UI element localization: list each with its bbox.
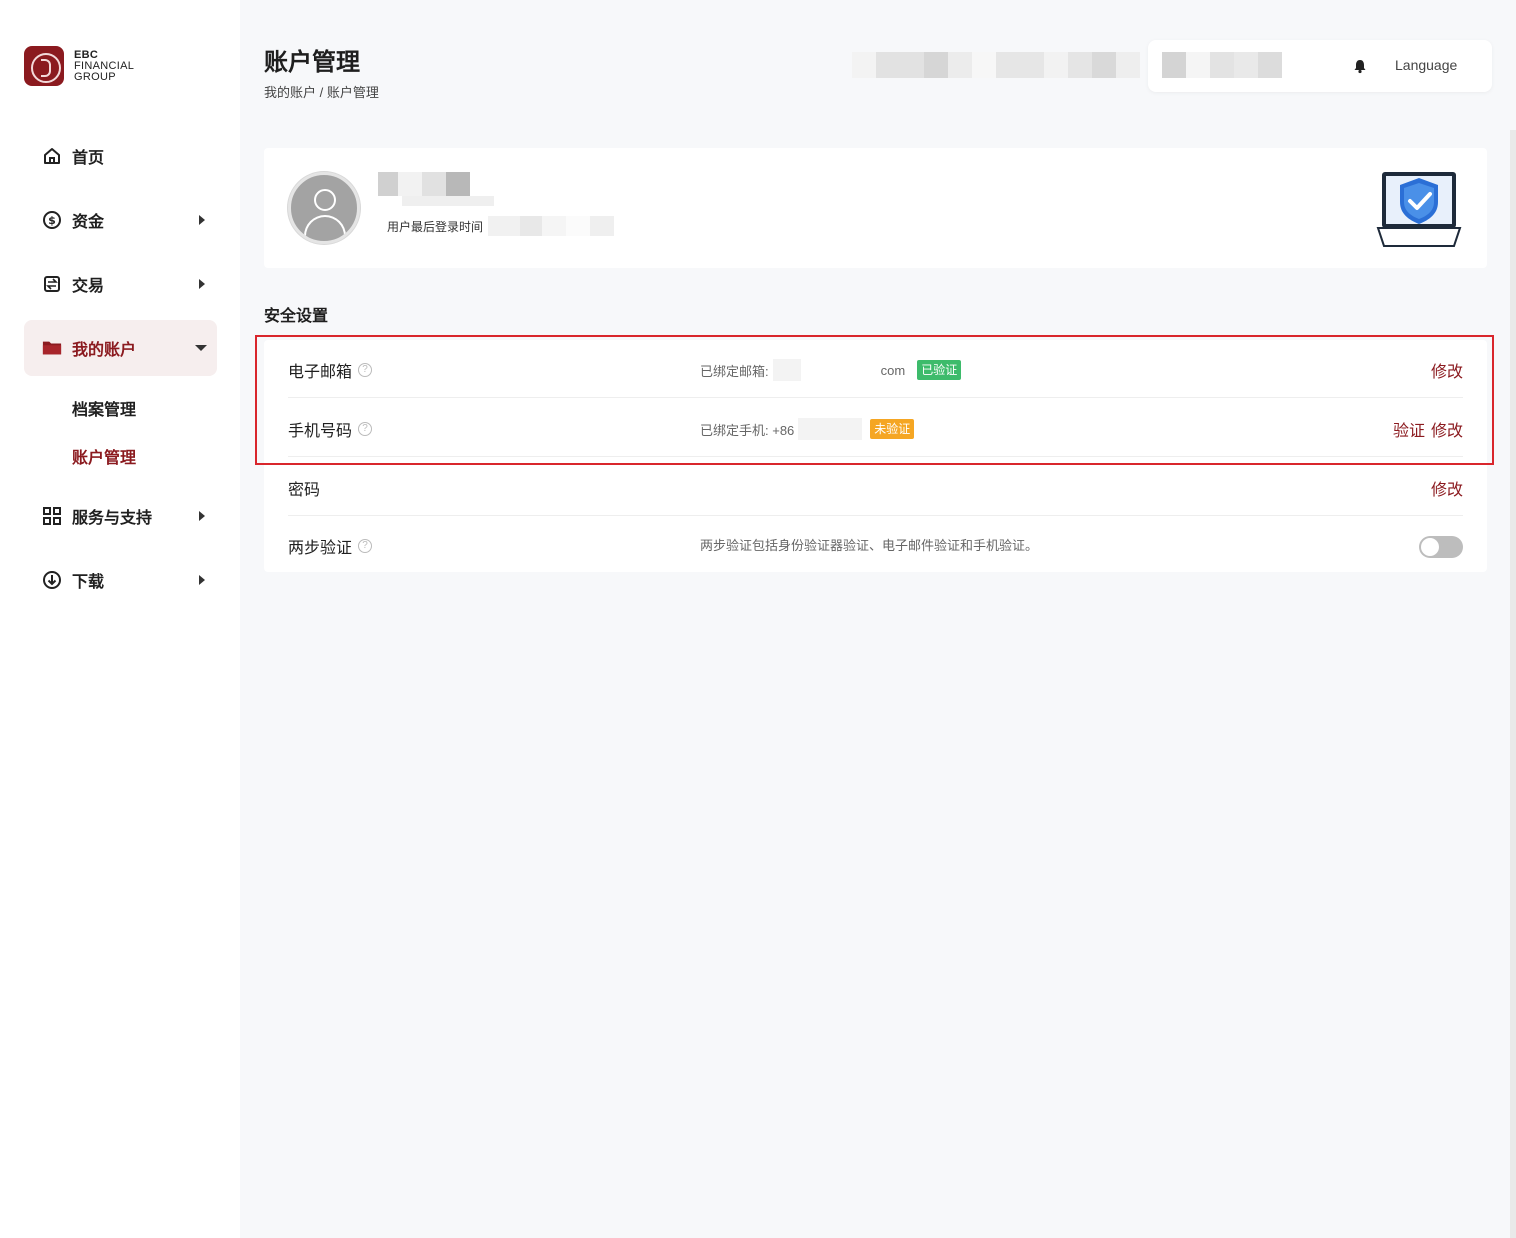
email-label: 电子邮箱 xyxy=(288,364,353,381)
password-label-group: 密码 xyxy=(288,476,320,500)
redacted-user-id xyxy=(402,196,494,206)
sidebar-item-label: 首页 xyxy=(72,150,105,167)
help-icon[interactable]: ? xyxy=(358,422,373,436)
language-selector[interactable]: Language xyxy=(1395,57,1457,73)
redacted-last-login-time xyxy=(488,216,614,236)
security-shield-laptop-icon xyxy=(1376,172,1462,247)
email-binding-desc: 已绑定邮箱: com 已验证 xyxy=(700,359,962,381)
sidebar-item-label: 下载 xyxy=(72,574,105,591)
brand-text: EBC FINANCIAL GROUP xyxy=(74,48,135,83)
two-step-label: 两步验证 xyxy=(288,540,353,557)
email-row: 电子邮箱 ? 已绑定邮箱: com 已验证 修改 xyxy=(288,340,1463,398)
brand-line2: FINANCIAL xyxy=(74,59,135,72)
password-label: 密码 xyxy=(288,482,321,499)
email-label-group: 电子邮箱 ? xyxy=(288,358,373,382)
dollar-circle-icon: $ xyxy=(42,210,62,230)
password-row: 密码 修改 xyxy=(288,458,1463,516)
two-step-row: 两步验证 ? 两步验证包括身份验证器验证、电子邮件验证和手机验证。 xyxy=(288,516,1463,574)
password-edit-button[interactable]: 修改 xyxy=(1431,476,1463,500)
phone-edit-button[interactable]: 修改 xyxy=(1431,417,1463,441)
two-step-label-group: 两步验证 ? xyxy=(288,534,373,558)
email-bound-prefix: 已绑定邮箱: xyxy=(700,363,769,379)
brand-logo[interactable]: EBC FINANCIAL GROUP xyxy=(24,46,134,86)
sidebar-item-funds[interactable]: $ 资金 xyxy=(24,192,217,248)
phone-actions: 验证 修改 xyxy=(1393,417,1463,441)
sidebar-nav: 首页 $ 资金 交易 我的账户 档案管理 账户管理 服务与支持 下载 xyxy=(24,128,217,616)
email-domain-suffix: com xyxy=(880,362,906,378)
phone-label-group: 手机号码 ? xyxy=(288,417,373,441)
sidebar-item-download[interactable]: 下载 xyxy=(24,552,217,608)
phone-row: 手机号码 ? 已绑定手机: +86 未验证 验证 修改 xyxy=(288,399,1463,457)
download-icon xyxy=(42,570,62,590)
help-icon[interactable]: ? xyxy=(358,363,373,377)
phone-label: 手机号码 xyxy=(288,423,353,440)
caret-down-icon xyxy=(195,345,207,351)
email-edit-button[interactable]: 修改 xyxy=(1431,358,1463,382)
folder-icon xyxy=(42,338,62,358)
caret-right-icon xyxy=(199,575,205,585)
top-toolbar: Language xyxy=(1148,40,1492,92)
two-step-desc: 两步验证包括身份验证器验证、电子邮件验证和手机验证。 xyxy=(700,538,1039,553)
ebc-logo-icon xyxy=(24,46,64,86)
brand-line3: GROUP xyxy=(74,70,116,83)
redacted-user-chip xyxy=(1162,52,1302,78)
last-login-label: 用户最后登录时间 xyxy=(387,220,484,234)
sidebar-item-my-account[interactable]: 我的账户 xyxy=(24,320,217,376)
two-step-toggle[interactable] xyxy=(1419,536,1463,558)
avatar xyxy=(288,172,360,244)
sidebar-subitem-profile[interactable]: 档案管理 xyxy=(24,384,217,432)
sidebar-item-home[interactable]: 首页 xyxy=(24,128,217,184)
phone-binding-desc: 已绑定手机: +86 未验证 xyxy=(700,418,915,440)
bell-icon[interactable] xyxy=(1352,58,1368,74)
caret-right-icon xyxy=(199,511,205,521)
email-actions: 修改 xyxy=(1431,358,1463,382)
home-icon xyxy=(42,146,62,166)
sidebar: EBC FINANCIAL GROUP 首页 $ 资金 交易 我的账户 档案管理… xyxy=(0,0,240,1238)
exchange-icon xyxy=(42,274,62,294)
verified-badge: 已验证 xyxy=(917,360,962,380)
password-actions: 修改 xyxy=(1431,476,1463,500)
redacted-username xyxy=(378,172,470,196)
unverified-badge: 未验证 xyxy=(870,419,915,439)
caret-right-icon xyxy=(199,279,205,289)
sidebar-subitem-account-management[interactable]: 账户管理 xyxy=(24,432,217,480)
sidebar-item-service-support[interactable]: 服务与支持 xyxy=(24,488,217,544)
svg-text:$: $ xyxy=(48,214,56,227)
sidebar-item-trade[interactable]: 交易 xyxy=(24,256,217,312)
sidebar-item-label: 我的账户 xyxy=(72,342,137,359)
brand-line1: EBC xyxy=(74,48,99,61)
breadcrumb[interactable]: 我的账户 / 账户管理 xyxy=(264,82,379,101)
redacted-email xyxy=(772,359,801,381)
page-scrollbar[interactable] xyxy=(1510,130,1516,1238)
caret-right-icon xyxy=(199,215,205,225)
profile-card: 用户最后登录时间 xyxy=(264,148,1487,268)
redacted-phone xyxy=(798,418,863,440)
phone-bound-prefix: 已绑定手机: +86 xyxy=(700,422,795,438)
security-section-title: 安全设置 xyxy=(264,308,329,325)
sidebar-item-label: 交易 xyxy=(72,278,105,295)
help-icon[interactable]: ? xyxy=(358,539,373,553)
page-title: 账户管理 xyxy=(264,49,360,76)
security-settings-card: 电子邮箱 ? 已绑定邮箱: com 已验证 修改 手机号码 ? 已绑定手机: +… xyxy=(264,340,1487,572)
sidebar-item-label: 服务与支持 xyxy=(72,510,153,527)
sidebar-item-label: 资金 xyxy=(72,214,105,231)
grid-icon xyxy=(42,506,62,526)
phone-verify-button[interactable]: 验证 xyxy=(1393,417,1425,441)
